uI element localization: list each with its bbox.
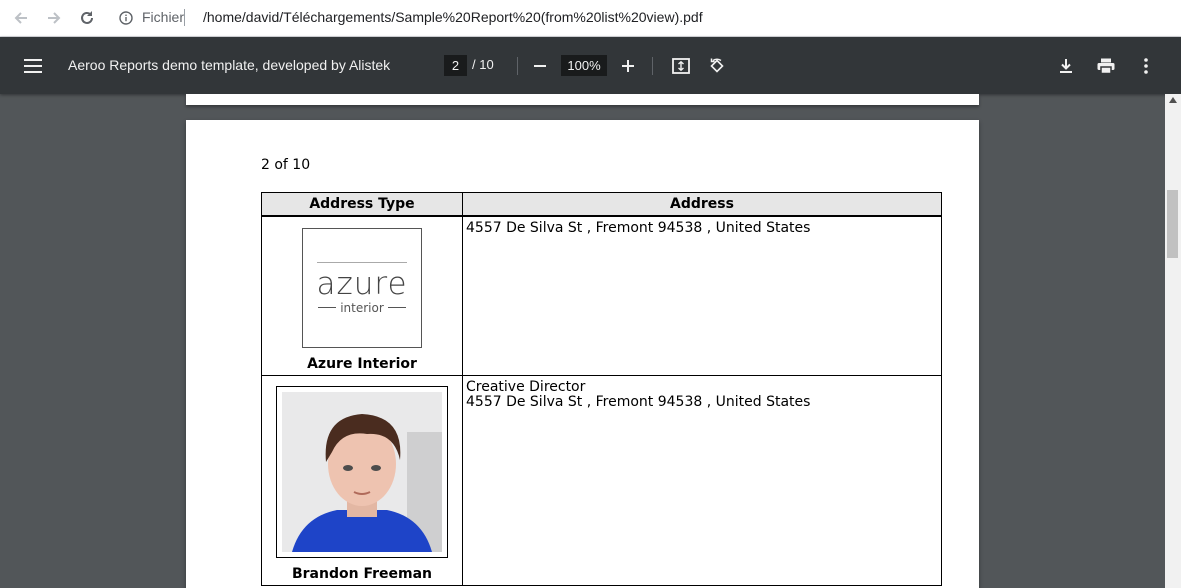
pdf-viewer[interactable]: 2 of 10 Address Type Address azure inter…: [0, 94, 1181, 588]
contact-photo: [276, 386, 448, 558]
job-title: Creative Director: [466, 379, 586, 395]
address-table: Address Type Address azure interior Azur…: [261, 192, 942, 586]
zoom-level-input[interactable]: 100%: [561, 55, 607, 76]
pdf-toolbar: Aeroo Reports demo template, developed b…: [0, 37, 1181, 94]
more-options-button[interactable]: [1135, 55, 1157, 77]
url-text[interactable]: /home/david/Téléchargements/Sample%20Rep…: [203, 9, 703, 25]
back-button[interactable]: [9, 6, 33, 30]
logo-wordmark: azure: [316, 265, 408, 302]
address-cell: 4557 De Silva St , Fremont 94538 , Unite…: [462, 215, 942, 376]
rotate-button[interactable]: [706, 55, 728, 77]
rotate-icon: [710, 58, 724, 73]
download-icon: [1060, 59, 1072, 73]
logo-subtitle: interior: [318, 301, 406, 315]
scrollbar-thumb[interactable]: [1167, 190, 1178, 258]
toolbar-divider: [652, 57, 653, 75]
page-number-label: 2 of 10: [261, 157, 311, 173]
logo-rule: [317, 261, 407, 263]
address-type-cell: azure interior Azure Interior: [261, 215, 463, 376]
contact-name: Azure Interior: [307, 356, 417, 372]
browser-address-bar: Fichier /home/david/Téléchargements/Samp…: [0, 0, 1181, 37]
column-header-address: Address: [462, 192, 942, 217]
zoom-in-button[interactable]: [617, 55, 639, 77]
table-row: Brandon Freeman Creative Director 4557 D…: [261, 375, 942, 586]
page-total-label: / 10: [472, 57, 494, 72]
reload-icon: [81, 11, 93, 24]
plus-icon: [622, 60, 634, 72]
person-photo-image: [282, 392, 442, 552]
forward-button[interactable]: [42, 6, 66, 30]
contact-name: Brandon Freeman: [291, 566, 433, 582]
company-logo: azure interior: [302, 228, 422, 348]
arrow-left-icon: [14, 12, 27, 24]
vertical-scrollbar[interactable]: [1165, 94, 1181, 588]
pdf-page: 2 of 10 Address Type Address azure inter…: [186, 120, 979, 588]
url-scheme-label: Fichier: [142, 9, 185, 25]
print-icon: [1097, 58, 1115, 74]
previous-page-bottom: [186, 94, 979, 105]
url-divider: [184, 9, 185, 26]
fit-to-page-button[interactable]: [670, 55, 692, 77]
info-icon[interactable]: [119, 11, 133, 25]
print-button[interactable]: [1095, 55, 1117, 77]
document-title: Aeroo Reports demo template, developed b…: [68, 57, 391, 73]
address-line: 4557 De Silva St , Fremont 94538 , Unite…: [466, 220, 811, 236]
reload-button[interactable]: [75, 6, 99, 30]
address-line: 4557 De Silva St , Fremont 94538 , Unite…: [466, 394, 811, 410]
zoom-out-button[interactable]: [529, 55, 551, 77]
menu-button[interactable]: [22, 55, 44, 77]
page-number-input[interactable]: 2: [444, 55, 467, 76]
scroll-up-arrow-icon[interactable]: [1169, 97, 1177, 103]
download-button[interactable]: [1055, 55, 1077, 77]
table-row: azure interior Azure Interior 4557 De Si…: [261, 215, 942, 376]
address-cell: Creative Director 4557 De Silva St , Fre…: [462, 375, 942, 586]
table-header-row: Address Type Address: [261, 192, 942, 217]
fit-page-icon: [672, 58, 690, 74]
address-type-cell: Brandon Freeman: [261, 375, 463, 586]
toolbar-divider: [517, 57, 518, 75]
minus-icon: [534, 65, 546, 67]
arrow-right-icon: [48, 12, 61, 24]
column-header-address-type: Address Type: [261, 192, 463, 217]
hamburger-icon: [24, 59, 42, 73]
more-vert-icon: [1144, 58, 1148, 74]
